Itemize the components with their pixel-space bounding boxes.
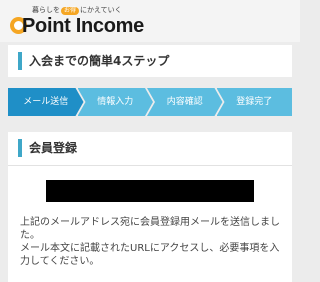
tagline-after: にかえていく xyxy=(80,6,122,14)
registration-title: 会員登録 xyxy=(29,141,78,155)
step-progress: メール送信 情報入力 内容確認 登録完了 xyxy=(8,88,292,116)
registration-card: 会員登録 上記のメールアドレス宛に会員登録用メールを送信しました。 メール本文に… xyxy=(8,132,292,282)
message-line-2: メール本文に記載されたURLにアクセスし、必要事項を入力してください。 xyxy=(20,243,280,267)
step-confirm: 内容確認 xyxy=(147,88,223,116)
step-info-input: 情報入力 xyxy=(78,88,154,116)
site-header: 暮らしを お得 にかえていく Point Income xyxy=(0,0,300,42)
registration-message: 上記のメールアドレス宛に会員登録用メールを送信しました。 メール本文に記載された… xyxy=(20,216,288,268)
page-title: 入会までの簡単4ステップ xyxy=(29,54,170,68)
tagline-before: 暮らしを xyxy=(32,6,60,14)
divider xyxy=(8,165,292,166)
step-complete: 登録完了 xyxy=(216,88,292,116)
message-line-1: 上記のメールアドレス宛に会員登録用メールを送信しました。 xyxy=(20,217,280,241)
page-title-card: 入会までの簡単4ステップ xyxy=(8,45,292,77)
redacted-email-address xyxy=(46,180,254,202)
title-accent-bar xyxy=(18,52,22,70)
step-email-send: メール送信 xyxy=(8,88,84,116)
registration-accent-bar xyxy=(18,139,22,157)
point-income-logo[interactable]: 暮らしを お得 にかえていく Point Income xyxy=(10,5,170,39)
logo-text: Point Income xyxy=(22,15,144,37)
